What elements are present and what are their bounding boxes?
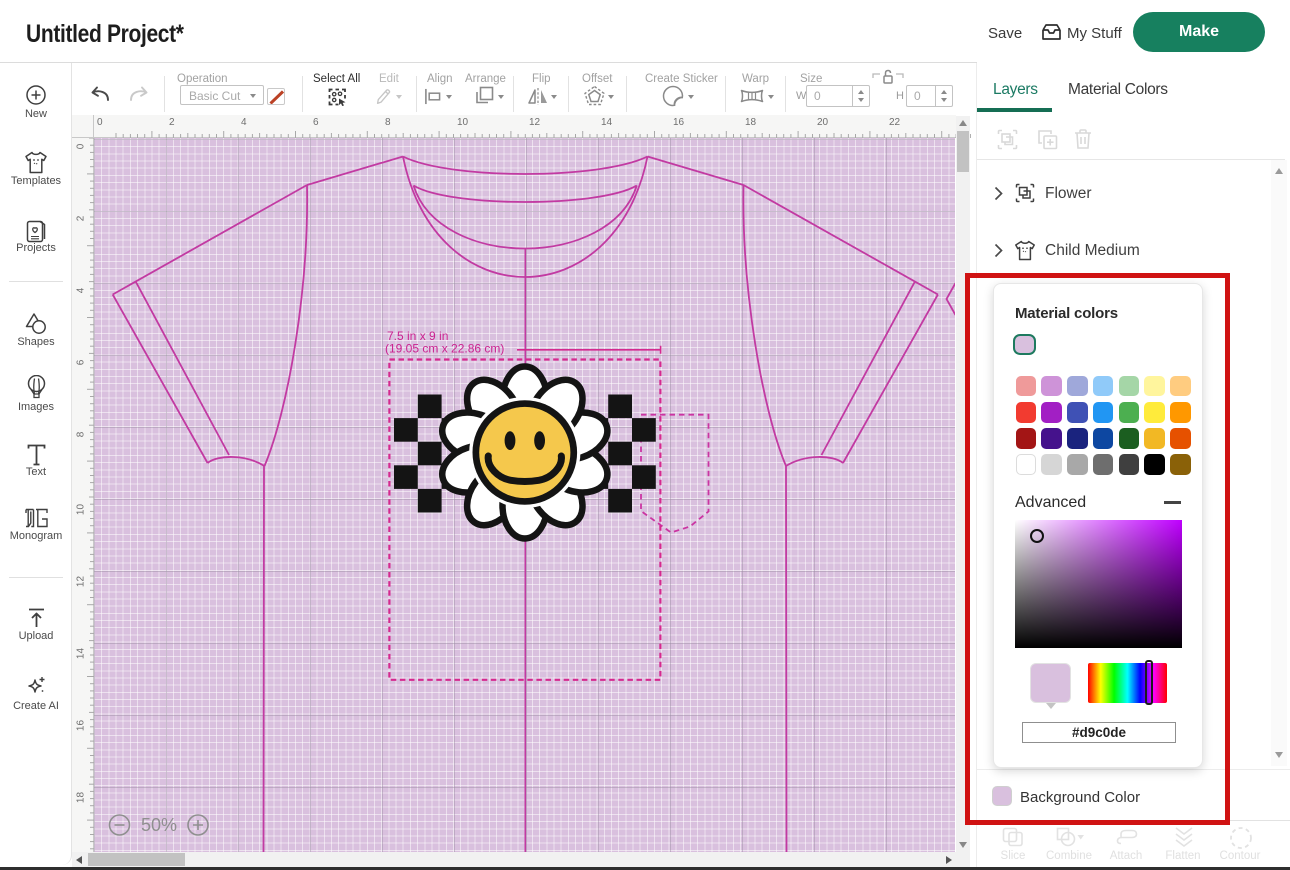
svg-text:(19.05 cm x 22.86 cm): (19.05 cm x 22.86 cm) — [385, 342, 504, 356]
